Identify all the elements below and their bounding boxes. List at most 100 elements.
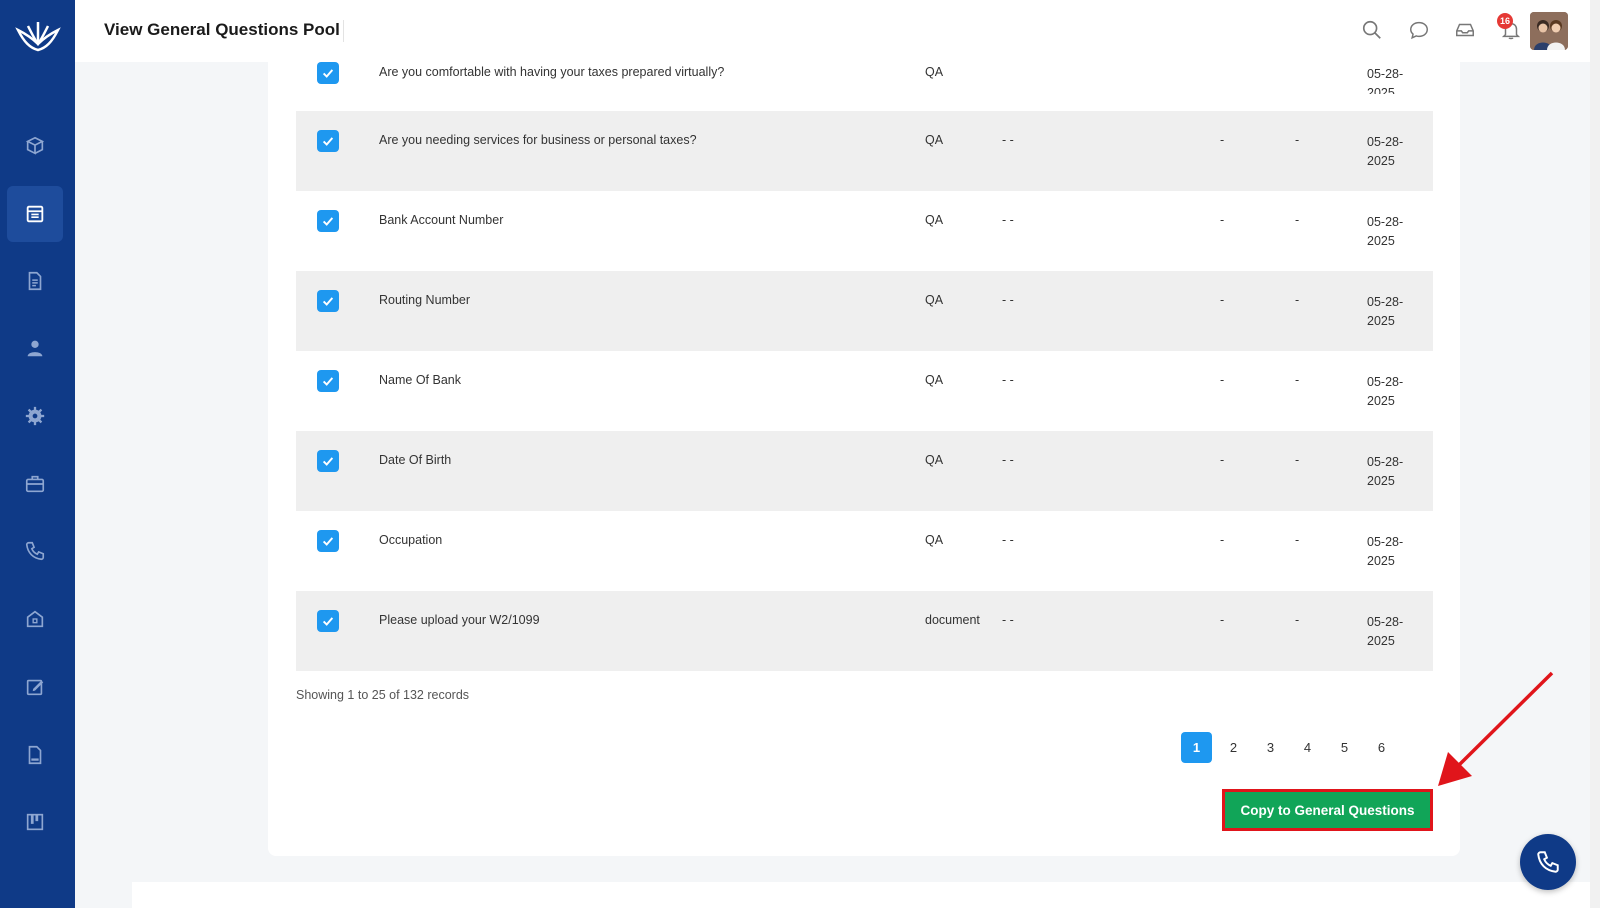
brand-logo[interactable] [14,18,62,58]
cell-empty: - - [1002,373,1014,387]
pdf-icon [28,745,42,765]
created-date: 05-28- 2025 [1367,295,1404,328]
sidebar-item-settings[interactable] [7,388,63,444]
sidebar-item-briefcase[interactable] [7,456,63,512]
cell-empty: - [1295,613,1300,627]
sidebar-item-users[interactable] [7,320,63,376]
title-divider [343,20,344,42]
question-type: QA [925,373,944,387]
cell-empty: - [1220,133,1225,147]
sidebar-item-documents[interactable] [7,253,63,309]
page-button-3[interactable]: 3 [1255,732,1286,763]
question-text: Are you needing services for business or… [379,133,697,147]
created-date: 05-28- 2025 [1367,535,1404,568]
briefcase-icon [25,475,45,493]
cell-empty: - [1295,453,1300,467]
sidebar [0,0,75,908]
table-row: Please upload your W2/1099 document - - … [296,591,1433,671]
edit-icon [26,679,44,696]
cell-empty: - - [1002,613,1014,627]
question-text: Name Of Bank [379,373,461,387]
question-text: Are you comfortable with having your tax… [379,65,725,79]
table-row-partial: Are you comfortable with having your tax… [296,62,1433,94]
created-date: 05-28- 2025 [1367,615,1404,648]
sidebar-item-pdf[interactable] [7,727,63,783]
records-count: Showing 1 to 25 of 132 records [296,688,470,702]
question-type: QA [925,533,944,547]
sidebar-item-edit[interactable] [7,659,63,715]
sidebar-item-cube[interactable] [7,118,63,174]
row-checkbox[interactable] [317,210,339,232]
question-type: QA [925,133,944,147]
cell-empty: - [1295,133,1300,147]
page-button-2[interactable]: 2 [1218,732,1249,763]
created-date: 05-28- 2025 [1367,455,1404,488]
cell-empty: - - [1002,133,1014,147]
page-button-4[interactable]: 4 [1292,732,1323,763]
calendar-icon [26,205,44,223]
cell-empty: - [1295,293,1300,307]
sidebar-item-board[interactable] [7,794,63,850]
inbox-icon[interactable] [1453,18,1477,42]
call-button[interactable] [1520,834,1576,890]
question-type: QA [925,65,944,79]
created-date: 05-28- 2025 [1367,215,1404,248]
cell-empty: - [1220,213,1225,227]
building-icon [26,610,44,628]
row-checkbox[interactable] [317,290,339,312]
row-checkbox[interactable] [317,370,339,392]
pagination: 1 2 3 4 5 6 [1181,732,1397,763]
table-row: Are you needing services for business or… [296,111,1433,191]
row-checkbox[interactable] [317,450,339,472]
question-type: QA [925,213,944,227]
cell-empty: - - [1002,453,1014,467]
row-checkbox[interactable] [317,610,339,632]
created-date: 05-28- 2025 [1367,67,1404,94]
table-row: Routing Number QA - - - - 05-28- 2025 [296,271,1433,351]
sidebar-item-calendar[interactable] [7,186,63,242]
search-icon[interactable] [1360,18,1384,42]
cell-empty: - [1295,533,1300,547]
page-button-6[interactable]: 6 [1366,732,1397,763]
sidebar-item-building[interactable] [7,591,63,647]
cell-empty: - [1220,453,1225,467]
avatar[interactable] [1530,12,1568,50]
document-icon [28,271,42,291]
question-text: Please upload your W2/1099 [379,613,540,627]
row-checkbox[interactable] [317,530,339,552]
question-text: Date Of Birth [379,453,452,467]
scrollbar[interactable] [1590,0,1600,908]
question-text: Routing Number [379,293,471,307]
page-button-1[interactable]: 1 [1181,732,1212,763]
question-type: document [925,613,980,627]
question-type: QA [925,453,944,467]
created-date: 05-28- 2025 [1367,375,1404,408]
table-row: Date Of Birth QA - - - - 05-28- 2025 [296,431,1433,511]
copy-to-general-questions-button[interactable]: Copy to General Questions [1222,789,1433,831]
gear-icon [25,406,45,426]
cell-empty: - [1295,213,1300,227]
annotation-arrow [1438,671,1554,786]
row-checkbox[interactable] [317,130,339,152]
chat-icon[interactable] [1407,18,1431,42]
cell-empty: - - [1002,533,1014,547]
cell-empty: - [1220,533,1225,547]
row-checkbox[interactable] [317,62,339,84]
created-date: 05-28- 2025 [1367,135,1404,168]
table-row: Occupation QA - - - - 05-28- 2025 [296,511,1433,591]
board-icon [26,813,44,831]
cell-empty: - [1295,373,1300,387]
question-text: Bank Account Number [379,213,504,227]
footer-strip [132,882,1600,908]
table-row: Name Of Bank QA - - - - 05-28- 2025 [296,351,1433,431]
sidebar-item-calls[interactable] [7,523,63,579]
cell-empty: - [1220,613,1225,627]
page-button-5[interactable]: 5 [1329,732,1360,763]
cell-empty: - [1220,293,1225,307]
question-type: QA [925,293,944,307]
cube-icon [25,136,45,155]
user-icon [27,340,43,357]
phone-icon [25,541,45,561]
phone-icon [1537,851,1559,873]
table-row: Bank Account Number QA - - - - 05-28- 202… [296,191,1433,271]
